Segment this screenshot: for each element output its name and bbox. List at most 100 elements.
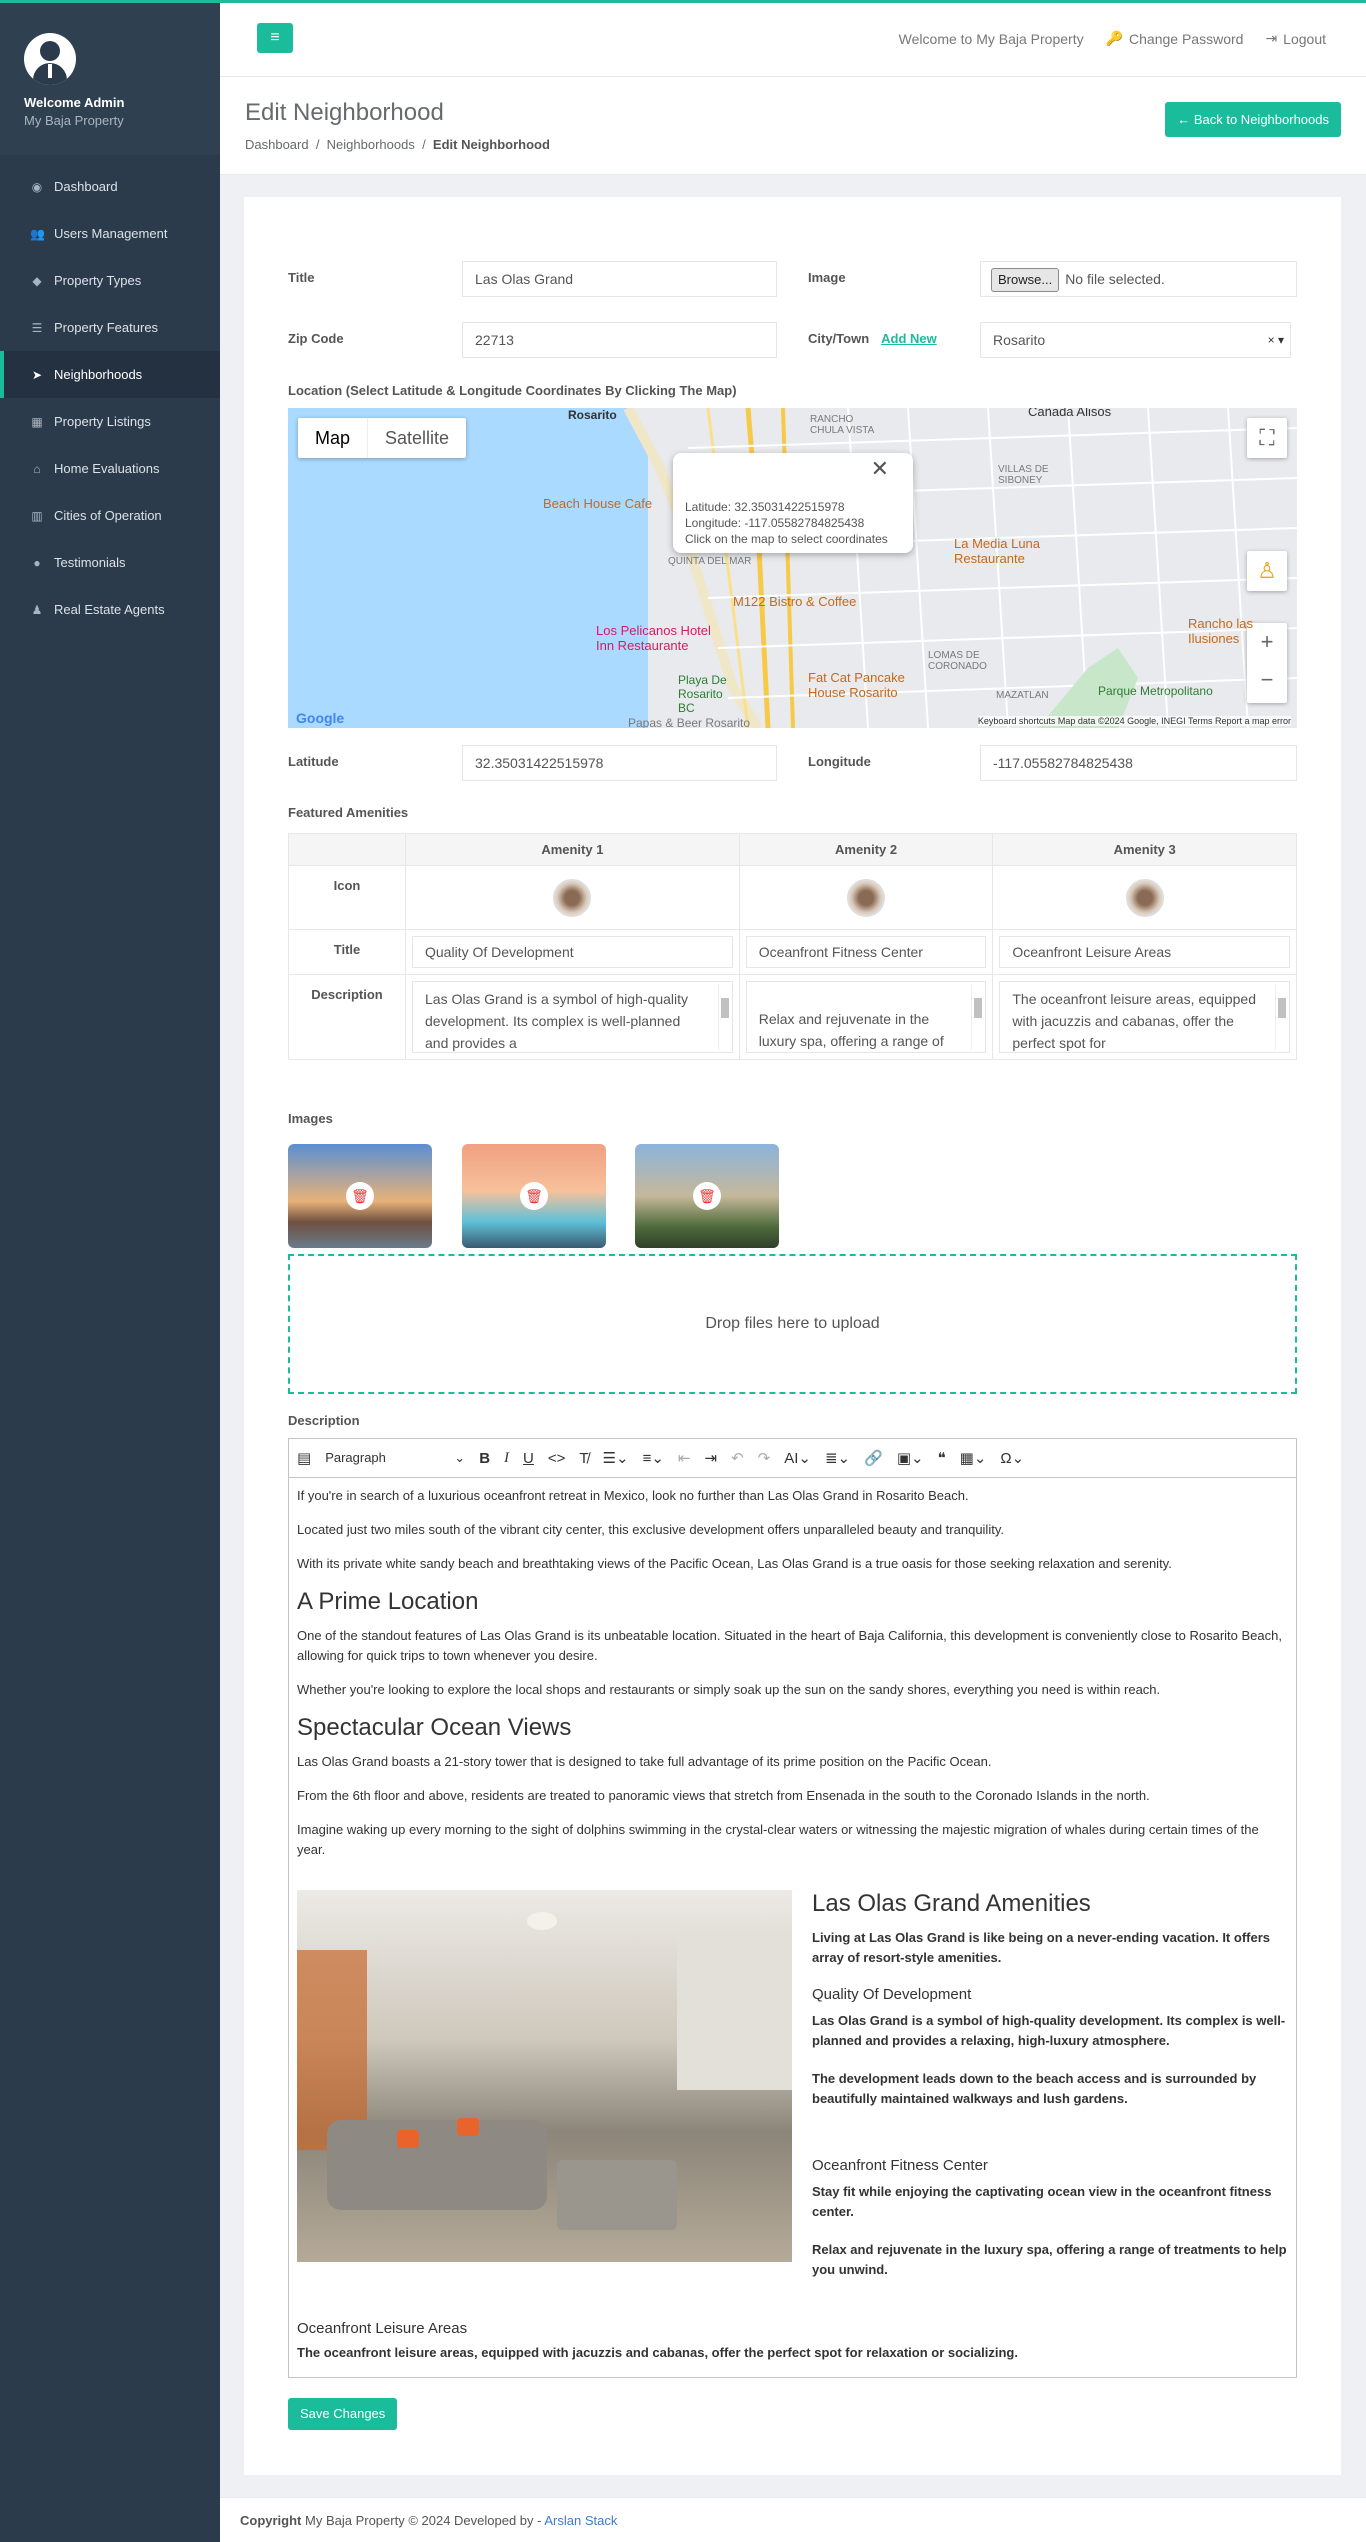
table-cell: Quality Of Development [405,929,740,975]
remove-format-icon[interactable]: T̸ [579,1450,588,1467]
change-password-link[interactable]: 🔑 Change Password [1106,30,1244,47]
editor-living-room-image[interactable] [297,1890,792,2262]
undo-icon[interactable]: ↶ [731,1449,744,1467]
add-new-city-link[interactable]: Add New [881,331,937,346]
amenity-1-description-textarea[interactable]: Las Olas Grand is a symbol of high-quali… [412,981,733,1053]
bulleted-list-icon[interactable]: ☰⌄ [603,1449,629,1467]
sidebar-item-agents[interactable]: ♟ Real Estate Agents [0,586,220,633]
row-label-title: Title [288,929,406,975]
hamburger-icon: ≡ [270,29,280,46]
indent-icon[interactable]: ⇥ [705,1449,718,1467]
trash-icon[interactable]: 🗑 [693,1182,721,1210]
page-header: Edit Neighborhood Dashboard / Neighborho… [220,77,1366,175]
sidebar-item-property-features[interactable]: ☰ Property Features [0,304,220,351]
amenity-2-description-textarea[interactable]: Relax and rejuvenate in the luxury spa, … [745,981,987,1053]
longitude-input[interactable]: -117.05582784825438 [980,745,1297,781]
table-icon[interactable]: ▦⌄ [960,1449,987,1467]
zoom-out-button[interactable]: − [1247,661,1287,699]
redo-icon[interactable]: ↷ [758,1449,771,1467]
paragraph-select[interactable]: Paragraph ⌄ [325,1450,465,1466]
menu-toggle-button[interactable]: ≡ [257,23,293,53]
quote-icon[interactable]: ❝ [938,1449,946,1467]
save-changes-button[interactable]: Save Changes [288,2398,398,2430]
trash-icon[interactable]: 🗑 [520,1182,548,1210]
editor-paragraph: Relax and rejuvenate in the luxury spa, … [812,2242,1287,2277]
bold-icon[interactable]: B [479,1450,490,1467]
amenity-3-title-input[interactable]: Oceanfront Leisure Areas [999,936,1290,968]
map-type-satellite-button[interactable]: Satellite [368,418,466,458]
amenity-1-title-input[interactable]: Quality Of Development [412,936,733,968]
sidebar-item-neighborhoods[interactable]: ➤ Neighborhoods [0,351,220,398]
close-icon[interactable]: ✕ [871,458,889,480]
editor-toolbar: ▤ Paragraph ⌄ B I U <> T̸ ☰⌄ ≡⌄ ⇤ ⇥ ↶ ↷ A… [288,1438,1297,1478]
sidebar-item-label: Property Types [54,273,142,288]
city-select[interactable]: Rosarito × ▾ [980,322,1291,358]
trash-icon[interactable]: 🗑 [346,1182,374,1210]
zip-code-input[interactable]: 22713 [462,322,777,358]
editor-paragraph: Whether you're looking to explore the lo… [297,1682,1161,1697]
align-icon[interactable]: ≣⌄ [825,1449,850,1467]
gallery-image-2[interactable]: 🗑 [462,1144,606,1248]
amenity-2-title-input[interactable]: Oceanfront Fitness Center [745,936,987,968]
map-label-canada: Cañada Alisos [1028,408,1112,419]
amenity-2-icon[interactable] [847,878,886,917]
row-label-icon: Icon [288,865,406,930]
gallery-image-1[interactable]: 🗑 [288,1144,432,1248]
editor-paragraph: If you're in search of a luxurious ocean… [297,1488,969,1503]
editor-paragraph: Stay fit while enjoying the captivating … [812,2184,1272,2219]
amenity-3-description-textarea[interactable]: The oceanfront leisure areas, equipped w… [999,981,1290,1053]
breadcrumb-dashboard[interactable]: Dashboard [245,137,309,152]
editor-heading: Las Olas Grand Amenities [812,1890,1091,1917]
editor-paragraph: Las Olas Grand is a symbol of high-quali… [812,2013,1286,2048]
browse-button[interactable]: Browse... [991,268,1060,292]
back-to-neighborhoods-button[interactable]: ← Back to Neighborhoods [1165,102,1341,137]
rich-text-editor[interactable]: If you're in search of a luxurious ocean… [288,1478,1297,2378]
latitude-input[interactable]: 32.35031422515978 [462,745,777,781]
file-dropzone[interactable]: Drop files here to upload [288,1254,1297,1394]
scrollbar[interactable] [1275,984,1287,1050]
comment-icon: ● [33,555,41,570]
editor-amenities-column: Las Olas Grand Amenities Living at Las O… [812,1890,1290,2298]
sidebar-item-cities[interactable]: ▥ Cities of Operation [0,492,220,539]
fullscreen-icon[interactable]: ⛶ [1247,418,1287,458]
footer-author-link[interactable]: Arslan Stack [544,2513,617,2528]
sidebar-item-label: Cities of Operation [54,508,162,523]
image-label: Image [808,270,846,285]
amenity-3-description-text: The oceanfront leisure areas, equipped w… [1012,991,1256,1051]
image-icon[interactable]: ▣⌄ [897,1449,924,1467]
font-size-icon[interactable]: AI⌄ [784,1449,811,1467]
sidebar-item-users[interactable]: 👥 Users Management [0,210,220,257]
sidebar-item-dashboard[interactable]: ◉ Dashboard [0,163,220,210]
scrollbar[interactable] [717,984,730,1050]
amenity-1-icon[interactable] [553,878,592,917]
logout-link[interactable]: ⇥ Logout [1265,30,1326,47]
editor-subheading: Quality Of Development [812,1986,972,2003]
map-footer[interactable]: Keyboard shortcuts Map data ©2024 Google… [977,716,1291,726]
numbered-list-icon[interactable]: ≡⌄ [643,1449,664,1467]
sidebar-item-home-evaluations[interactable]: ⌂ Home Evaluations [0,445,220,492]
underline-icon[interactable]: U [523,1450,534,1467]
outdent-icon[interactable]: ⇤ [678,1449,691,1467]
sidebar-item-property-types[interactable]: ◆ Property Types [0,257,220,304]
italic-icon[interactable]: I [504,1450,509,1467]
gallery-image-3[interactable]: 🗑 [635,1144,779,1248]
location-map[interactable]: Map Satellite ⛶ ♙ + − Rosarito RANCHO CHU… [288,408,1297,728]
code-icon[interactable]: <> [548,1450,566,1467]
table-cell [738,865,994,930]
scrollbar[interactable] [971,984,983,1050]
sidebar-item-testimonials[interactable]: ● Testimonials [0,539,220,586]
special-characters-icon[interactable]: Ω⌄ [1000,1449,1024,1467]
breadcrumb-neighborhoods[interactable]: Neighborhoods [327,137,415,152]
info-hint: Click on the map to select coordinates [685,532,888,546]
map-type-map-button[interactable]: Map [298,418,369,458]
image-file-input[interactable]: Browse... No file selected. [980,261,1297,297]
amenity-3-icon[interactable] [1125,878,1164,917]
show-blocks-icon[interactable]: ▤ [297,1449,311,1467]
street-view-pegman-icon[interactable]: ♙ [1247,551,1287,591]
sidebar-item-property-listings[interactable]: ▦ Property Listings [0,398,220,445]
title-input[interactable]: Las Olas Grand [462,261,777,297]
link-icon[interactable]: 🔗 [864,1449,883,1467]
sidebar: Welcome Admin My Baja Property ◉ Dashboar… [0,0,220,2542]
avatar[interactable] [24,33,76,85]
editor-paragraph: One of the standout features of Las Olas… [297,1628,1282,1663]
